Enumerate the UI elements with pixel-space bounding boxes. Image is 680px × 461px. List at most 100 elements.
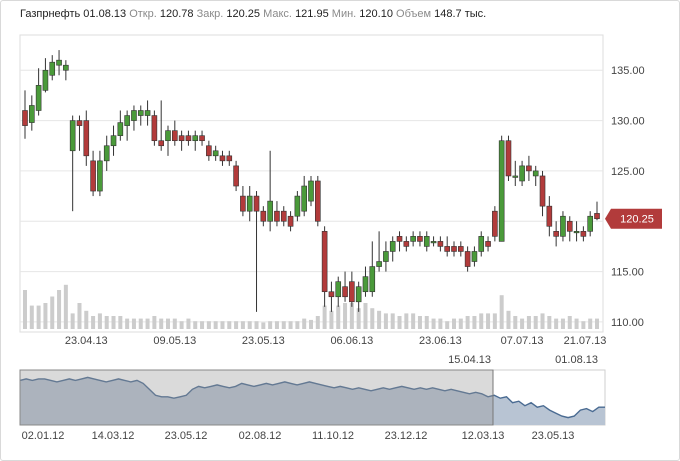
candle-body[interactable] bbox=[35, 85, 42, 111]
candle-body[interactable] bbox=[355, 286, 362, 303]
candle-body[interactable] bbox=[308, 180, 314, 202]
price-chart[interactable]: 135.00130.00125.00120.00115.00110.0023.0… bbox=[0, 0, 680, 461]
candle-body[interactable] bbox=[29, 105, 35, 123]
y-tick-label: 110.00 bbox=[611, 317, 644, 329]
candle-body[interactable] bbox=[553, 231, 559, 237]
candle-body[interactable] bbox=[342, 286, 348, 298]
candle-body[interactable] bbox=[389, 241, 396, 252]
candle-body[interactable] bbox=[240, 195, 246, 212]
navigator-x-tick-label: 12.03.13 bbox=[462, 430, 505, 442]
candle-body[interactable] bbox=[471, 251, 478, 262]
candle-body[interactable] bbox=[546, 205, 553, 227]
candle-body[interactable] bbox=[573, 231, 580, 234]
candle-body[interactable] bbox=[505, 140, 512, 177]
volume-bar bbox=[145, 318, 150, 329]
candle-body[interactable] bbox=[22, 110, 28, 126]
candle-body[interactable] bbox=[69, 120, 76, 152]
candle-body[interactable] bbox=[519, 165, 525, 182]
candle-body[interactable] bbox=[226, 155, 233, 162]
candle-body[interactable] bbox=[423, 236, 430, 247]
candle-body[interactable] bbox=[587, 215, 593, 232]
candle-body[interactable] bbox=[458, 246, 464, 252]
candle-body[interactable] bbox=[464, 251, 471, 267]
candle-body[interactable] bbox=[192, 135, 199, 142]
candle-body[interactable] bbox=[512, 175, 519, 178]
candle-body[interactable] bbox=[437, 241, 444, 247]
volume-bar bbox=[166, 318, 170, 329]
volume-bar bbox=[84, 310, 89, 329]
candle-body[interactable] bbox=[246, 195, 253, 212]
navigator-mask[interactable] bbox=[19, 369, 494, 426]
candle-body[interactable] bbox=[321, 231, 328, 293]
candle-body[interactable] bbox=[294, 195, 301, 217]
candle-body[interactable] bbox=[369, 266, 376, 293]
candle-body[interactable] bbox=[199, 135, 205, 142]
candle-body[interactable] bbox=[178, 135, 185, 142]
candle-body[interactable] bbox=[383, 251, 389, 262]
candle-body[interactable] bbox=[580, 231, 587, 237]
candle-body[interactable] bbox=[539, 175, 546, 207]
candle-body[interactable] bbox=[97, 160, 103, 192]
candle-body[interactable] bbox=[137, 110, 144, 116]
candle-body[interactable] bbox=[158, 140, 164, 147]
candle-body[interactable] bbox=[328, 291, 335, 298]
candle-body[interactable] bbox=[444, 246, 450, 252]
candle-body[interactable] bbox=[49, 61, 56, 76]
candle-body[interactable] bbox=[485, 241, 491, 247]
candle-body[interactable] bbox=[42, 69, 49, 91]
candle-body[interactable] bbox=[117, 122, 124, 136]
candle-body[interactable] bbox=[90, 160, 96, 192]
volume-bar bbox=[383, 313, 388, 329]
candle-body[interactable] bbox=[349, 281, 355, 303]
candle-body[interactable] bbox=[83, 120, 90, 157]
candle-body[interactable] bbox=[403, 241, 410, 247]
candle-body[interactable] bbox=[362, 276, 369, 293]
candle-body[interactable] bbox=[280, 210, 287, 222]
candle-body[interactable] bbox=[376, 261, 382, 267]
volume-bar bbox=[220, 321, 225, 329]
candle-body[interactable] bbox=[253, 195, 260, 212]
candle-body[interactable] bbox=[492, 210, 498, 237]
candle-body[interactable] bbox=[498, 140, 505, 242]
candle-body[interactable] bbox=[301, 185, 307, 212]
candle-body[interactable] bbox=[274, 210, 280, 222]
candle-body[interactable] bbox=[124, 115, 130, 126]
candle-body[interactable] bbox=[56, 59, 62, 66]
candle-body[interactable] bbox=[76, 120, 83, 126]
candle-body[interactable] bbox=[451, 246, 457, 252]
candle-body[interactable] bbox=[165, 130, 171, 142]
candle-body[interactable] bbox=[430, 241, 437, 244]
volume-bar bbox=[404, 313, 409, 329]
navigator-x-tick-label: 11.10.12 bbox=[312, 430, 354, 442]
candle-body[interactable] bbox=[144, 110, 151, 116]
candle-body[interactable] bbox=[560, 215, 566, 237]
candle-body[interactable] bbox=[185, 135, 192, 142]
candle-body[interactable] bbox=[103, 145, 110, 162]
candle-body[interactable] bbox=[594, 213, 600, 220]
candle-body[interactable] bbox=[417, 236, 423, 242]
volume-bar bbox=[343, 303, 348, 329]
candle-body[interactable] bbox=[532, 170, 539, 177]
candle-body[interactable] bbox=[267, 200, 273, 222]
candle-body[interactable] bbox=[315, 180, 321, 222]
volume-bar bbox=[227, 321, 232, 329]
candle-body[interactable] bbox=[260, 210, 267, 222]
candle-body[interactable] bbox=[131, 110, 137, 121]
candle-body[interactable] bbox=[526, 165, 532, 172]
candle-body[interactable] bbox=[566, 220, 573, 232]
candle-body[interactable] bbox=[212, 150, 219, 157]
candle-body[interactable] bbox=[110, 135, 117, 147]
candle-body[interactable] bbox=[287, 215, 294, 227]
candle-body[interactable] bbox=[335, 281, 342, 298]
candle-body[interactable] bbox=[396, 236, 403, 242]
candle-body[interactable] bbox=[63, 64, 69, 71]
candle-body[interactable] bbox=[410, 236, 416, 242]
candle-body[interactable] bbox=[151, 115, 158, 142]
candle-body[interactable] bbox=[172, 130, 178, 142]
y-tick-label: 115.00 bbox=[611, 267, 644, 279]
candle-body[interactable] bbox=[233, 165, 239, 187]
candle-body[interactable] bbox=[478, 236, 485, 252]
candle-body[interactable] bbox=[206, 145, 212, 157]
volume-bar bbox=[179, 321, 184, 329]
candle-body[interactable] bbox=[219, 155, 226, 162]
